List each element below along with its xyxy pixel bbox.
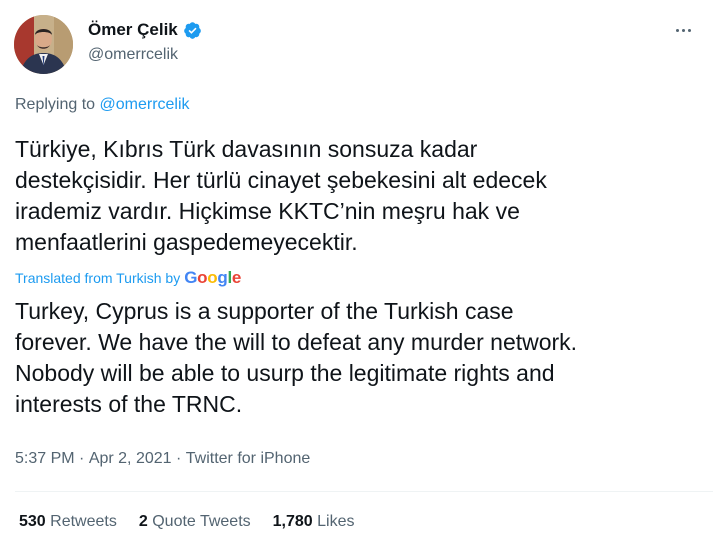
retweets-label: Retweets xyxy=(50,513,117,530)
quote-tweets-count: 2 xyxy=(138,513,148,530)
meta-separator: · xyxy=(74,450,89,467)
handle[interactable]: @omerrcelik xyxy=(88,44,202,66)
tweet: Ömer Çelik @omerrcelik Replying to @omer… xyxy=(0,0,713,551)
name-row: Ömer Çelik xyxy=(88,18,202,42)
replying-to-label: Replying to xyxy=(15,96,96,113)
author-block: Ömer Çelik @omerrcelik xyxy=(88,18,202,66)
more-icon xyxy=(675,28,679,32)
likes-label: Likes xyxy=(317,513,355,530)
tweet-text-translated: Turkey, Cyprus is a supporter of the Tur… xyxy=(15,298,578,417)
quote-tweets-stat[interactable]: 2 Quote Tweets xyxy=(139,511,251,533)
more-icon-dot xyxy=(687,28,691,32)
tweet-text-original: Türkiye, Kıbrıs Türk davasının sonsuza k… xyxy=(15,136,547,255)
display-name[interactable]: Ömer Çelik xyxy=(88,18,178,42)
google-logo: Google xyxy=(184,268,242,287)
quote-tweets-label: Quote Tweets xyxy=(152,513,251,530)
more-icon-dot xyxy=(681,28,685,32)
retweets-count: 530 xyxy=(19,513,46,530)
tweet-date[interactable]: Apr 2, 2021 xyxy=(89,448,172,470)
tweet-time[interactable]: 5:37 PM xyxy=(15,448,75,470)
translation-credit-label: Translated from Turkish by xyxy=(15,270,181,286)
divider xyxy=(15,491,713,492)
likes-count: 1,780 xyxy=(272,513,313,530)
retweets-stat[interactable]: 530 Retweets xyxy=(19,511,117,533)
translation-credit[interactable]: Translated from Turkish by Google xyxy=(15,268,241,288)
avatar[interactable] xyxy=(14,15,73,74)
verified-badge-icon xyxy=(183,21,202,40)
tweet-meta: 5:37 PM · Apr 2, 2021 · Twitter for iPho… xyxy=(15,448,310,470)
meta-separator: · xyxy=(171,450,186,467)
tweet-source[interactable]: Twitter for iPhone xyxy=(186,448,311,470)
replying-to-link[interactable]: @omerrcelik xyxy=(100,96,190,113)
likes-stat[interactable]: 1,780 Likes xyxy=(273,511,355,533)
engagement-stats: 530 Retweets 2 Quote Tweets 1,780 Likes xyxy=(19,511,355,533)
more-button[interactable] xyxy=(671,18,695,42)
replying-to: Replying to @omerrcelik xyxy=(15,94,190,116)
avatar-photo xyxy=(14,15,73,74)
